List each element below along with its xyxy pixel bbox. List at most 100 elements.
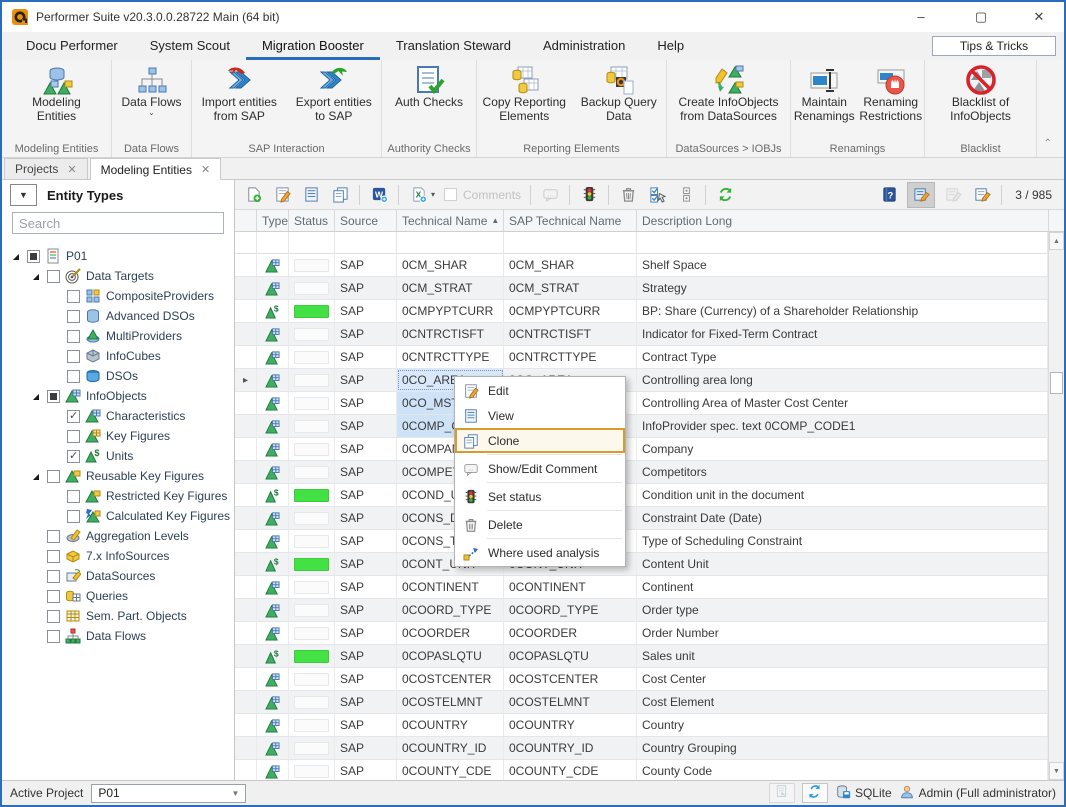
sap-technical-name-cell[interactable]: 0COORD_TYPE <box>504 599 637 621</box>
tree-checkbox[interactable] <box>67 350 80 363</box>
menu-item-system-scout[interactable]: System Scout <box>134 33 246 60</box>
menu-item-show-edit-comment[interactable]: ...Show/Edit Comment <box>455 456 625 481</box>
source-cell[interactable]: SAP <box>335 461 397 483</box>
panel-edit-icon[interactable] <box>908 183 934 207</box>
description-cell[interactable]: Order type <box>637 599 1048 621</box>
ribbon-button-renaming-restrictions[interactable]: Renaming Restrictions <box>858 63 925 125</box>
tree-item-data-targets[interactable]: ◢Data Targets <box>2 266 234 286</box>
technical-name-cell[interactable]: 0CNTRCTISFT <box>397 323 504 345</box>
sap-technical-name-cell[interactable]: 0COUNTRY_ID <box>504 737 637 759</box>
menu-item-translation-steward[interactable]: Translation Steward <box>380 33 527 60</box>
technical-name-cell[interactable]: 0CM_STRAT <box>397 277 504 299</box>
minimize-icon[interactable]: – <box>910 7 932 27</box>
description-cell[interactable]: Indicator for Fixed-Term Contract <box>637 323 1048 345</box>
ribbon-button-export-entities-to-sap[interactable]: Export entities to SAP <box>287 63 382 125</box>
table-row[interactable]: SAP0CM_SHAR0CM_SHARShelf Space <box>235 254 1048 277</box>
source-cell[interactable]: SAP <box>335 622 397 644</box>
description-cell[interactable]: InfoProvider spec. text 0COMP_CODE1 <box>637 415 1048 437</box>
source-cell[interactable]: SAP <box>335 668 397 690</box>
tree-checkbox[interactable] <box>47 630 60 643</box>
column-header-sap-technical-name[interactable]: SAP Technical Name <box>504 210 637 231</box>
batch-icon[interactable] <box>676 185 696 205</box>
sap-technical-name-cell[interactable]: 0CMPYPTCURR <box>504 300 637 322</box>
status-cell[interactable] <box>289 461 335 483</box>
tree-item-multiproviders[interactable]: MultiProviders <box>2 326 234 346</box>
sap-technical-name-cell[interactable]: 0COSTCENTER <box>504 668 637 690</box>
vertical-scrollbar[interactable]: ▲ ▼ <box>1048 232 1064 780</box>
source-cell[interactable]: SAP <box>335 760 397 780</box>
column-header-source[interactable]: Source <box>335 210 397 231</box>
tree-checkbox[interactable] <box>47 570 60 583</box>
table-row[interactable]: SAP0COUNTY_CDE0COUNTY_CDECounty Code <box>235 760 1048 780</box>
description-cell[interactable]: Controlling area long <box>637 369 1048 391</box>
word-export-icon[interactable]: W <box>369 185 389 205</box>
menu-item-delete[interactable]: Delete <box>455 512 625 537</box>
ribbon-button-create-infoobjects-from-datasources[interactable]: Create InfoObjects from DataSources <box>667 63 790 125</box>
table-row[interactable]: SAP0COMPETITCompetitors <box>235 461 1048 484</box>
expand-arrow-icon[interactable]: ◢ <box>10 252 22 261</box>
description-cell[interactable]: Order Number <box>637 622 1048 644</box>
table-row[interactable]: SAP0COMP_COInfoProvider spec. text 0COMP… <box>235 415 1048 438</box>
sap-technical-name-cell[interactable]: 0COUNTY_CDE <box>504 760 637 780</box>
tree-checkbox[interactable] <box>67 450 80 463</box>
search-input[interactable] <box>12 212 224 234</box>
source-cell[interactable]: SAP <box>335 346 397 368</box>
expand-arrow-icon[interactable]: ◢ <box>30 272 42 281</box>
column-header-description-long[interactable]: Description Long <box>637 210 1049 231</box>
technical-name-cell[interactable]: 0COSTCENTER <box>397 668 504 690</box>
table-row[interactable]: $SAP0CONT_UNIT0CONT_UNITContent Unit <box>235 553 1048 576</box>
source-cell[interactable]: SAP <box>335 323 397 345</box>
description-cell[interactable]: Sales unit <box>637 645 1048 667</box>
technical-name-cell[interactable]: 0COUNTRY_ID <box>397 737 504 759</box>
status-cell[interactable] <box>289 254 335 276</box>
menu-item-view[interactable]: View <box>455 403 625 428</box>
close-tab-icon[interactable]: ✕ <box>201 163 210 176</box>
excel-export-icon[interactable]: X <box>408 185 428 205</box>
tree-item-7-x-infosources[interactable]: 7.x InfoSources <box>2 546 234 566</box>
tree-item-queries[interactable]: Queries <box>2 586 234 606</box>
description-cell[interactable]: Contract Type <box>637 346 1048 368</box>
table-row[interactable]: $SAP0COPASLQTU0COPASLQTUSales unit <box>235 645 1048 668</box>
description-cell[interactable]: Country Grouping <box>637 737 1048 759</box>
set-status-icon[interactable] <box>579 185 599 205</box>
tree-item-units[interactable]: $Units <box>2 446 234 466</box>
tree-item-characteristics[interactable]: Characteristics <box>2 406 234 426</box>
chevron-down-icon[interactable]: ▾ <box>431 190 435 199</box>
source-cell[interactable]: SAP <box>335 576 397 598</box>
description-cell[interactable]: Constraint Date (Date) <box>637 507 1048 529</box>
description-cell[interactable]: Content Unit <box>637 553 1048 575</box>
status-cell[interactable] <box>289 369 335 391</box>
status-cell[interactable] <box>289 714 335 736</box>
tree-checkbox[interactable] <box>27 250 40 263</box>
tips-and-tricks-button[interactable]: Tips & Tricks <box>932 36 1056 56</box>
description-cell[interactable]: Shelf Space <box>637 254 1048 276</box>
tree-item-restricted-key-figures[interactable]: Restricted Key Figures <box>2 486 234 506</box>
status-cell[interactable] <box>289 484 335 506</box>
tree-checkbox[interactable] <box>67 410 80 423</box>
table-row[interactable]: SAP0COUNTRY_ID0COUNTRY_IDCountry Groupin… <box>235 737 1048 760</box>
sap-technical-name-cell[interactable]: 0CM_STRAT <box>504 277 637 299</box>
table-row[interactable]: SAP0CNTRCTISFT0CNTRCTISFTIndicator for F… <box>235 323 1048 346</box>
ribbon-button-backup-query-data[interactable]: Backup Query Data <box>572 63 667 125</box>
table-row[interactable]: $SAP0COND_UNCondition unit in the docume… <box>235 484 1048 507</box>
ribbon-button-data-flows[interactable]: Data Flows⌄ <box>112 63 191 117</box>
source-cell[interactable]: SAP <box>335 645 397 667</box>
tree-item-p01[interactable]: ◢P01 <box>2 246 234 266</box>
filter-cell[interactable] <box>257 232 289 253</box>
scroll-down-button[interactable]: ▼ <box>1049 762 1064 780</box>
filter-cell[interactable] <box>289 232 335 253</box>
description-cell[interactable]: Condition unit in the document <box>637 484 1048 506</box>
table-row[interactable]: SAP0COUNTRY0COUNTRYCountry <box>235 714 1048 737</box>
table-row[interactable]: SAP0CONS_DAConstraint Date (Date) <box>235 507 1048 530</box>
ribbon-button-copy-reporting-elements[interactable]: Copy Reporting Elements <box>477 63 572 125</box>
status-cell[interactable] <box>289 576 335 598</box>
description-cell[interactable]: Type of Scheduling Constraint <box>637 530 1048 552</box>
description-cell[interactable]: Cost Element <box>637 691 1048 713</box>
tree-item-infoobjects[interactable]: ◢InfoObjects <box>2 386 234 406</box>
description-cell[interactable]: Strategy <box>637 277 1048 299</box>
technical-name-cell[interactable]: 0CM_SHAR <box>397 254 504 276</box>
status-cell[interactable] <box>289 691 335 713</box>
filter-cell[interactable] <box>335 232 397 253</box>
tab-modeling-entities[interactable]: Modeling Entities✕ <box>90 158 222 180</box>
scroll-up-button[interactable]: ▲ <box>1049 232 1064 250</box>
